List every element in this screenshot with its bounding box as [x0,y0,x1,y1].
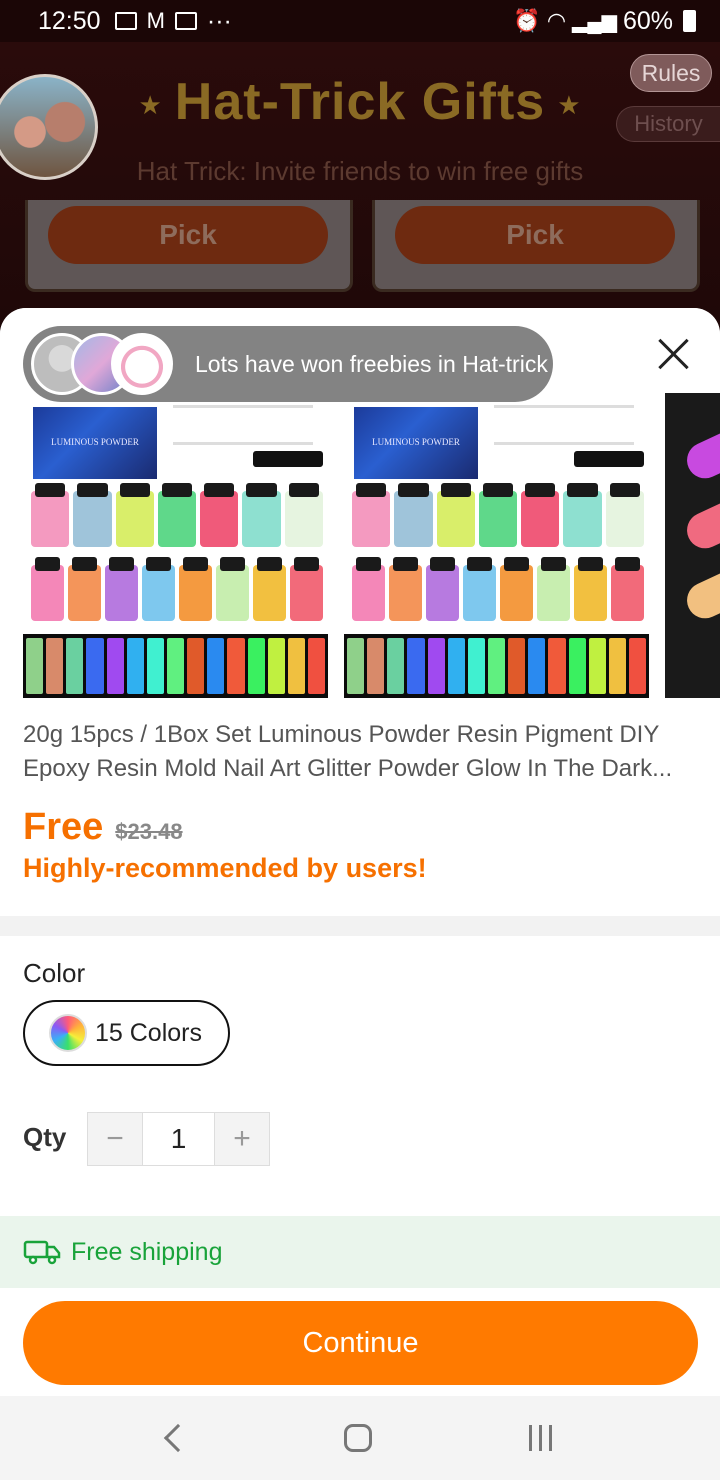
jar-row [31,483,323,547]
winners-banner: Lots have won freebies in Hat-trick [23,326,553,402]
quantity-stepper: − 1 + [87,1112,270,1166]
continue-button[interactable]: Continue [23,1301,698,1385]
winners-text: Lots have won freebies in Hat-trick [195,350,548,377]
color-thumbnail [49,1014,87,1052]
close-icon[interactable] [656,336,692,372]
page-title-text: Hat-Trick Gifts [174,73,546,131]
product-options: Color 15 Colors Qty − 1 + [0,936,720,1216]
signal-icon: ▂▄▆ [572,10,617,33]
background-page: ★ Hat-Trick Gifts ★ Hat Trick: Invite frie… [0,42,720,342]
gallery-icon [114,12,137,30]
price-row: Free $23.48 [23,806,183,849]
product-box: LUMINOUS POWDER [33,407,157,479]
gift-card: Pick [25,200,353,292]
spoons-graphic [494,405,634,445]
gmail-icon: M [146,8,165,33]
color-option-chip[interactable]: 15 Colors [23,1000,230,1066]
color-label: Color [23,958,86,988]
product-sheet: Lots have won freebies in Hat-trick LUMI… [0,308,720,1396]
product-summary: Lots have won freebies in Hat-trick LUMI… [0,308,720,916]
page-subtitle: Hat Trick: Invite friends to win free gi… [136,156,584,186]
spoons-graphic [173,405,313,445]
product-title: 20g 15pcs / 1Box Set Luminous Powder Res… [23,721,673,782]
jar-row [31,557,323,621]
price-free: Free [23,806,104,848]
system-icons: ⏰ ◠ ▂▄▆ 60% [513,7,696,36]
uv-light-graphic [574,451,644,467]
page-title: ★ Hat-Trick Gifts ★ [0,72,720,132]
jar-row [352,557,644,621]
shipping-text: Free shipping [71,1237,223,1266]
color-option-label: 15 Colors [95,1018,202,1047]
qty-plus-button[interactable]: + [215,1113,269,1165]
product-image[interactable] [665,393,720,698]
alarm-icon: ⏰ [513,8,541,33]
gift-card: Pick [372,200,700,292]
notification-icons: M ··· [114,6,232,36]
product-image[interactable]: LUMINOUS POWDER [23,393,328,698]
battery-icon [683,10,696,32]
recent-apps-icon[interactable] [528,1425,552,1451]
uv-light-graphic [253,451,323,467]
status-time: 12:50 [38,6,101,35]
product-image-gallery[interactable]: LUMINOUS POWDER LUMINOUS POWDER [23,393,720,698]
glow-vials [23,634,328,698]
pick-button[interactable]: Pick [48,206,328,264]
rules-button[interactable]: Rules [630,54,712,92]
glow-vials [344,634,649,698]
more-icon: ··· [206,6,232,35]
qty-label: Qty [23,1122,67,1152]
recommendation-text: Highly-recommended by users! [23,853,427,883]
status-bar: 12:50 M ··· ⏰ ◠ ▂▄▆ 60% [0,0,720,42]
shipping-banner: Free shipping [0,1216,720,1288]
winner-avatar [111,333,173,395]
qty-value[interactable]: 1 [142,1113,215,1165]
system-nav-bar [0,1396,720,1480]
product-image[interactable]: LUMINOUS POWDER [344,393,649,698]
action-bar: Continue [0,1288,720,1396]
qty-minus-button[interactable]: − [88,1113,142,1165]
back-icon[interactable] [164,1423,193,1453]
wifi-icon: ◠ [546,8,567,33]
product-box: LUMINOUS POWDER [354,407,478,479]
jar-row [352,483,644,547]
price-original: $23.48 [115,819,183,844]
battery-percent: 60% [622,6,673,35]
flag-icon [174,12,197,30]
truck-icon [23,1240,61,1265]
home-icon[interactable] [344,1424,373,1452]
history-button[interactable]: History [616,106,720,142]
pick-button[interactable]: Pick [395,206,675,264]
star-icon: ★ [557,89,582,120]
star-icon: ★ [138,89,163,120]
